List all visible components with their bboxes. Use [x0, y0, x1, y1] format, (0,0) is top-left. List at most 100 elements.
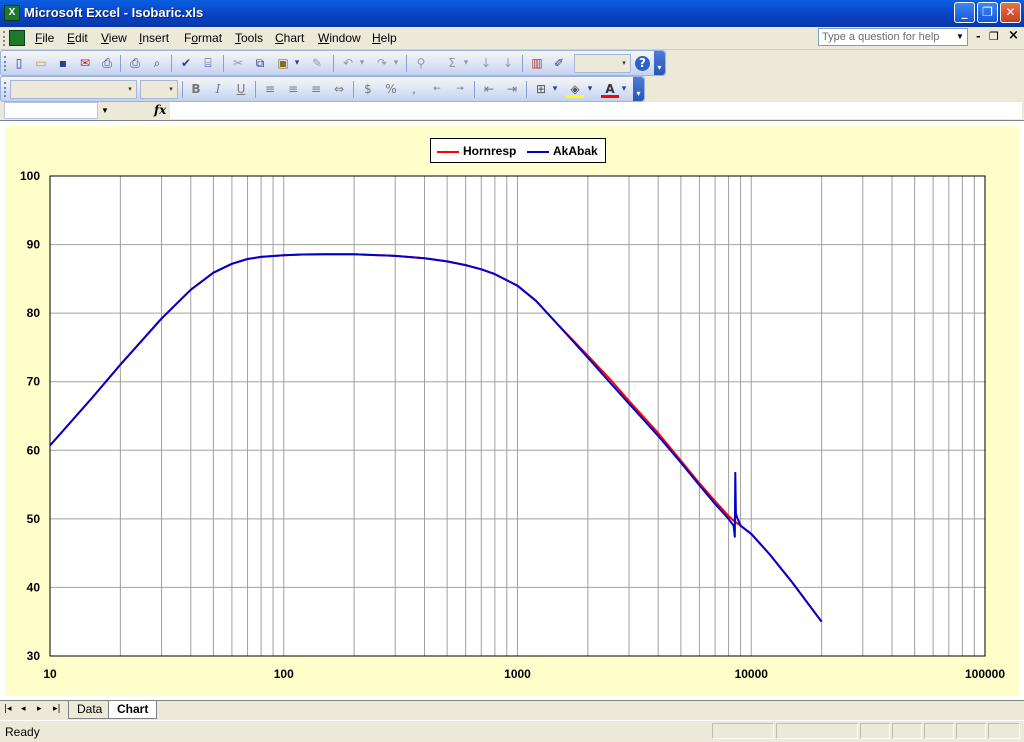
- chevron-down-icon[interactable]: ▼: [98, 102, 112, 119]
- menu-tools[interactable]: Tools: [235, 31, 263, 45]
- x-tick-label: 100: [274, 667, 294, 681]
- research-icon[interactable]: ⌸: [199, 55, 217, 72]
- legend-swatch: [437, 150, 459, 153]
- print-icon[interactable]: ⎙: [126, 55, 144, 72]
- workbook-icon[interactable]: [9, 30, 25, 46]
- cut-icon[interactable]: ✂: [229, 55, 247, 72]
- chevron-down-icon[interactable]: ▾: [550, 81, 560, 98]
- chevron-down-icon[interactable]: ▾: [461, 55, 471, 72]
- prev-sheet-icon[interactable]: ◂: [21, 704, 26, 714]
- name-box[interactable]: [4, 102, 98, 119]
- chart-wizard-icon[interactable]: ▥: [528, 55, 546, 72]
- chevron-down-icon[interactable]: ▾: [124, 81, 136, 98]
- increase-decimal-icon[interactable]: ←: [428, 81, 446, 98]
- chart-legend[interactable]: Hornresp AkAbak: [430, 138, 606, 163]
- email-icon[interactable]: ⎙: [98, 55, 116, 72]
- help-search-input[interactable]: Type a question for help ▼: [818, 28, 968, 46]
- toolbar-options-icon[interactable]: ▾: [633, 77, 644, 101]
- doc-minimize-button[interactable]: -: [976, 30, 981, 43]
- chart-area[interactable]: 30 40 50 60 70 80 90 100 10 100 1000 10000 100000 Ho…: [5, 126, 1019, 696]
- undo-icon[interactable]: ↶: [339, 55, 357, 72]
- toolbar-grip[interactable]: [4, 82, 7, 97]
- first-sheet-icon[interactable]: |◂: [4, 704, 12, 714]
- menu-insert[interactable]: Insert: [139, 31, 169, 45]
- percent-button[interactable]: %: [382, 81, 400, 98]
- permission-icon[interactable]: ✉: [76, 55, 94, 72]
- comma-style-icon[interactable]: ,: [405, 81, 423, 98]
- doc-restore-button[interactable]: ❐: [989, 30, 999, 43]
- toolbar-grip[interactable]: [4, 56, 7, 71]
- restore-button[interactable]: ❐: [977, 2, 998, 23]
- chevron-down-icon[interactable]: ▾: [165, 81, 177, 98]
- menu-help[interactable]: Help: [372, 31, 397, 45]
- menu-edit[interactable]: Edit: [67, 31, 88, 45]
- decrease-indent-icon[interactable]: ⇤: [480, 81, 498, 98]
- save-icon[interactable]: ▪: [54, 55, 72, 72]
- align-left-icon[interactable]: ≡: [261, 81, 279, 98]
- print-preview-icon[interactable]: ⌕: [148, 55, 166, 72]
- currency-button[interactable]: $: [359, 81, 377, 98]
- last-sheet-icon[interactable]: ▸|: [53, 704, 61, 714]
- sheet-tab-chart[interactable]: Chart: [108, 701, 158, 719]
- spelling-icon[interactable]: ✔: [177, 55, 195, 72]
- sheet-tab-data[interactable]: Data: [68, 701, 112, 719]
- x-tick-label: 10000: [735, 667, 769, 681]
- status-panel: [860, 723, 890, 739]
- chevron-down-icon[interactable]: ▼: [953, 29, 967, 45]
- excel-app-icon[interactable]: X: [4, 5, 20, 21]
- y-tick-label: 40: [27, 580, 41, 594]
- formula-input[interactable]: [170, 102, 1022, 119]
- chart-plot[interactable]: 30 40 50 60 70 80 90 100 10 100 1000 10000 100000: [5, 126, 1019, 696]
- toolbar-options-icon[interactable]: ▾: [654, 51, 665, 75]
- borders-icon[interactable]: ⊞: [532, 81, 550, 98]
- menu-format[interactable]: Format: [184, 31, 222, 45]
- sort-ascending-icon[interactable]: ↓: [477, 55, 495, 72]
- increase-indent-icon[interactable]: ⇥: [503, 81, 521, 98]
- zoom-combo[interactable]: ▾: [574, 54, 631, 73]
- chevron-down-icon[interactable]: ▾: [357, 55, 367, 72]
- drawing-icon[interactable]: ✐: [550, 55, 568, 72]
- formula-bar: ▼ fx: [0, 102, 1024, 120]
- underline-button[interactable]: U: [232, 81, 250, 98]
- bold-button[interactable]: B: [187, 81, 205, 98]
- formatting-toolbar: ▾ ▾ B I U ≡ ≡ ≡ ⇔ $ % , ← → ⇤ ⇥ ⊞ ▾ ◈ ▾ …: [0, 76, 645, 102]
- font-size-combo[interactable]: ▾: [140, 80, 178, 99]
- autosum-icon[interactable]: Σ: [443, 55, 461, 72]
- help-search-placeholder: Type a question for help: [822, 31, 940, 43]
- new-icon[interactable]: ▯: [10, 55, 28, 72]
- menu-window[interactable]: Window: [318, 31, 361, 45]
- redo-icon[interactable]: ↷: [373, 55, 391, 72]
- fill-color-icon[interactable]: ◈: [566, 81, 584, 98]
- open-icon[interactable]: ▭: [32, 55, 50, 72]
- sort-descending-icon[interactable]: ↓: [499, 55, 517, 72]
- hyperlink-icon[interactable]: ⚲: [412, 55, 430, 72]
- font-color-icon[interactable]: A: [601, 81, 619, 98]
- y-tick-label: 60: [27, 443, 41, 457]
- decrease-decimal-icon[interactable]: →: [451, 81, 469, 98]
- copy-icon[interactable]: ⧉: [251, 55, 269, 72]
- paste-icon[interactable]: ▣: [274, 55, 292, 72]
- format-painter-icon[interactable]: ✎: [308, 55, 326, 72]
- menu-chart[interactable]: Chart: [275, 31, 304, 45]
- italic-button[interactable]: I: [209, 81, 227, 98]
- font-name-combo[interactable]: ▾: [10, 80, 137, 99]
- menu-file[interactable]: File: [35, 31, 54, 45]
- y-tick-label: 80: [27, 306, 41, 320]
- insert-function-icon[interactable]: fx: [154, 103, 166, 117]
- menu-view[interactable]: View: [101, 31, 127, 45]
- legend-entry-hornresp: Hornresp: [437, 144, 516, 158]
- doc-close-button[interactable]: ×: [1008, 28, 1019, 43]
- menu-grip[interactable]: [3, 31, 6, 46]
- chevron-down-icon[interactable]: ▾: [292, 55, 302, 72]
- chevron-down-icon[interactable]: ▾: [619, 81, 629, 98]
- next-sheet-icon[interactable]: ▸: [37, 704, 42, 714]
- close-button[interactable]: ✕: [1000, 2, 1021, 23]
- minimize-button[interactable]: _: [954, 2, 975, 23]
- chevron-down-icon[interactable]: ▾: [618, 55, 630, 72]
- chevron-down-icon[interactable]: ▾: [585, 81, 595, 98]
- chevron-down-icon[interactable]: ▾: [391, 55, 401, 72]
- help-icon[interactable]: ?: [635, 56, 650, 71]
- align-right-icon[interactable]: ≡: [307, 81, 325, 98]
- merge-center-icon[interactable]: ⇔: [330, 81, 348, 98]
- align-center-icon[interactable]: ≡: [284, 81, 302, 98]
